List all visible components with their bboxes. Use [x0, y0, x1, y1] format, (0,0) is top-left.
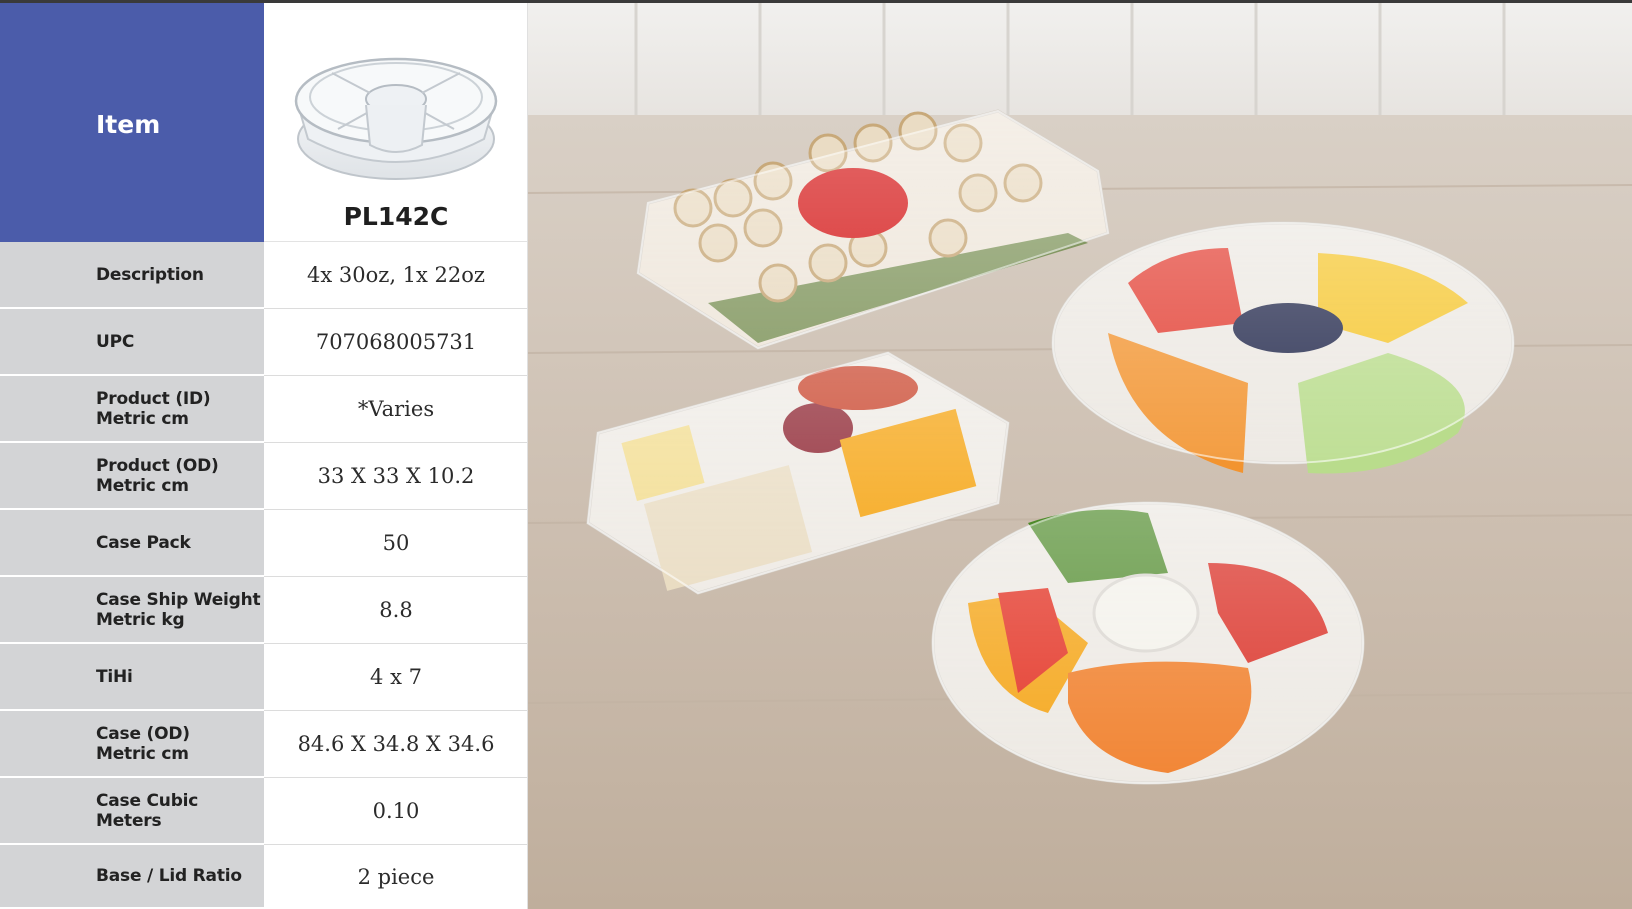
- spec-value-case-od: 84.6 X 34.8 X 34.6: [264, 711, 528, 778]
- spec-label-case-ship-weight: Case Ship Weight Metric kg: [0, 577, 264, 644]
- spec-value-column: PL142C 4x 30oz, 1x 22oz 707068005731 *Va…: [264, 3, 528, 909]
- item-header: Item: [0, 3, 264, 242]
- spec-label-base-lid-ratio: Base / Lid Ratio: [0, 845, 264, 909]
- product-image: [294, 57, 498, 180]
- product-header: PL142C: [264, 3, 528, 242]
- food-platters-photo: [528, 3, 1632, 909]
- item-label: Item: [96, 110, 161, 139]
- product-photo: [528, 3, 1632, 909]
- spec-label-product-od: Product (OD) Metric cm: [0, 443, 264, 510]
- spec-value-product-od: 33 X 33 X 10.2: [264, 443, 528, 510]
- product-code: PL142C: [343, 202, 449, 231]
- spec-value-base-lid-ratio: 2 piece: [264, 845, 528, 909]
- spec-label-description: Description: [0, 242, 264, 309]
- spec-label-product-id: Product (ID) Metric cm: [0, 376, 264, 443]
- spec-label-column: Item Description UPC Product (ID) Metric…: [0, 3, 264, 909]
- spec-value-case-ship-weight: 8.8: [264, 577, 528, 644]
- spec-value-description: 4x 30oz, 1x 22oz: [264, 242, 528, 309]
- spec-label-upc: UPC: [0, 309, 264, 376]
- spec-value-upc: 707068005731: [264, 309, 528, 376]
- spec-label-tihi: TiHi: [0, 644, 264, 711]
- spec-label-case-od: Case (OD) Metric cm: [0, 711, 264, 778]
- spec-label-case-cubic-meters: Case Cubic Meters: [0, 778, 264, 845]
- spec-label-case-pack: Case Pack: [0, 510, 264, 577]
- spec-value-product-id: *Varies: [264, 376, 528, 443]
- spec-value-case-pack: 50: [264, 510, 528, 577]
- spec-value-case-cubic-meters: 0.10: [264, 778, 528, 845]
- spec-value-tihi: 4 x 7: [264, 644, 528, 711]
